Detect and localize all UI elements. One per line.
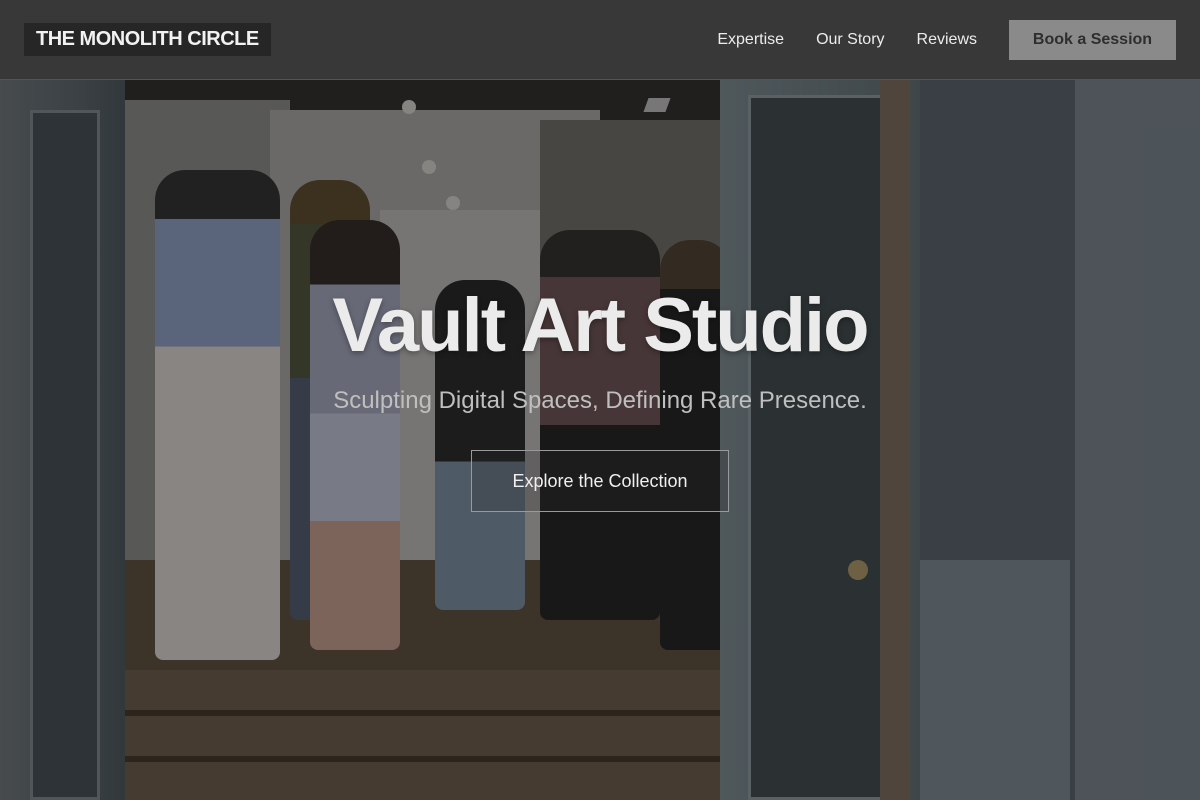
nav-link-reviews[interactable]: Reviews	[917, 31, 977, 49]
hero-subtitle: Sculpting Digital Spaces, Defining Rare …	[333, 387, 867, 414]
hero-section: Vault Art Studio Sculpting Digital Space…	[0, 280, 1200, 512]
explore-collection-button[interactable]: Explore the Collection	[471, 450, 729, 512]
brand-logo[interactable]: THE MONOLITH CIRCLE	[24, 23, 271, 56]
site-header: THE MONOLITH CIRCLE Expertise Our Story …	[0, 0, 1200, 80]
main-nav: Expertise Our Story Reviews Book a Sessi…	[717, 19, 1176, 60]
nav-link-expertise[interactable]: Expertise	[717, 31, 784, 49]
hero-title: Vault Art Studio	[332, 283, 869, 368]
nav-link-our-story[interactable]: Our Story	[816, 31, 884, 49]
book-session-button[interactable]: Book a Session	[1009, 19, 1176, 60]
